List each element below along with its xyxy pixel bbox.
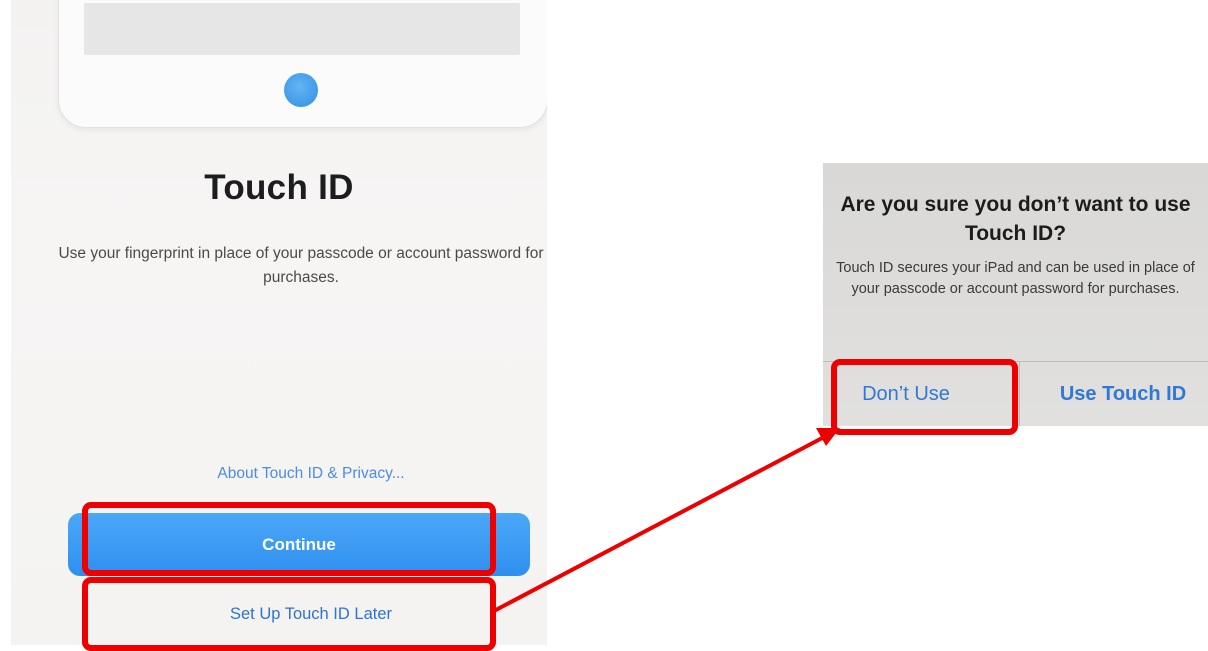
fingerprint-home-button-icon bbox=[284, 73, 318, 107]
about-touch-id-privacy-link[interactable]: About Touch ID & Privacy... bbox=[11, 465, 547, 483]
alert-title: Are you sure you don’t want to use Touch… bbox=[840, 193, 1191, 245]
alert-message: Touch ID secures your iPad and can be us… bbox=[836, 260, 1195, 297]
use-touch-id-button[interactable]: Use Touch ID bbox=[1020, 362, 1208, 426]
setup-later-highlight-box bbox=[82, 577, 496, 651]
continue-highlight-box bbox=[82, 502, 496, 576]
ipad-illustration bbox=[58, 0, 547, 128]
ipad-display-illustration bbox=[84, 3, 520, 55]
page-description: Use your fingerprint in place of your pa… bbox=[58, 245, 544, 286]
dont-use-highlight-box bbox=[831, 359, 1018, 435]
use-touch-id-button-label: Use Touch ID bbox=[1059, 382, 1187, 405]
page-title: Touch ID bbox=[204, 168, 354, 207]
